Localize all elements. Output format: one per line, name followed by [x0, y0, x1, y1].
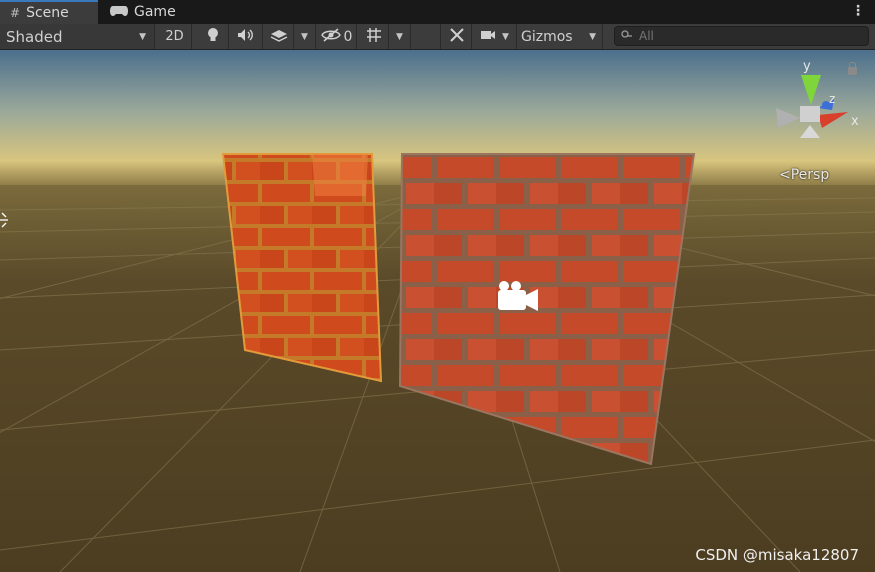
chevron-down-icon: ▼ — [502, 31, 509, 42]
camera-icon — [480, 29, 496, 45]
more-options-icon[interactable]: ⋮ — [851, 3, 865, 19]
chevron-down-icon: ▼ — [589, 31, 596, 42]
grid-snap-toggle[interactable] — [359, 24, 389, 49]
chevron-down-icon: ▼ — [301, 31, 308, 42]
audio-toggle-button[interactable] — [230, 24, 263, 49]
chevron-down-icon: ▼ — [139, 31, 146, 42]
hidden-count: 0 — [343, 28, 353, 45]
scene-toolbar: Shaded ▼ 2D ▼ 0 ▼ ▼ Gizmos ▼ All — [0, 24, 875, 50]
gizmos-label: Gizmos — [521, 28, 573, 45]
lightbulb-icon — [207, 27, 219, 47]
tab-game-label: Game — [134, 4, 176, 20]
2d-toggle-button[interactable]: 2D — [158, 24, 192, 49]
gizmo-axis-x-label: x — [851, 114, 859, 129]
watermark: CSDN @misaka12807 — [695, 546, 859, 564]
lock-icon[interactable] — [848, 62, 857, 75]
grid-icon: # — [10, 6, 21, 20]
grid-dropdown-button[interactable]: ▼ — [389, 24, 411, 49]
chevron-left-icon: < — [779, 167, 791, 183]
2d-label: 2D — [165, 29, 184, 44]
tab-scene[interactable]: # Scene — [0, 0, 98, 24]
brick-wall-left[interactable] — [221, 153, 383, 383]
shading-mode-value: Shaded — [6, 27, 63, 46]
chevron-down-icon: ▼ — [396, 31, 403, 42]
hierarchy-search[interactable] — [614, 26, 869, 46]
gizmo-axis-z-label: z — [829, 92, 836, 106]
projection-toggle[interactable]: <Persp — [779, 167, 829, 183]
scene-render — [0, 50, 875, 572]
tools-icon — [449, 27, 465, 47]
tab-scene-label: Scene — [26, 5, 69, 21]
toolbar-spacer — [411, 24, 441, 49]
layers-icon — [270, 28, 288, 46]
speaker-icon — [237, 28, 255, 46]
grid-snap-icon — [366, 27, 382, 47]
window-tab-strip: # Scene Game ⋮ — [0, 0, 875, 24]
scene-tools-button[interactable] — [442, 24, 472, 49]
gamepad-icon — [110, 5, 128, 19]
scene-viewport[interactable]: y z x <Persp CSDN @misaka12807 — [0, 50, 875, 572]
gizmo-axis-y-label: y — [803, 59, 811, 74]
gizmos-dropdown[interactable]: Gizmos ▼ — [517, 24, 603, 49]
effects-dropdown-button[interactable]: ▼ — [294, 24, 316, 49]
lighting-toggle-button[interactable] — [197, 24, 229, 49]
projection-label: Persp — [790, 167, 830, 183]
hidden-objects-toggle[interactable]: 0 — [317, 24, 357, 49]
search-icon — [621, 29, 633, 44]
camera-settings-button[interactable]: ▼ — [473, 24, 517, 49]
shading-mode-dropdown[interactable]: Shaded ▼ — [0, 24, 155, 49]
search-input[interactable] — [637, 28, 861, 44]
effects-toggle-button[interactable] — [264, 24, 294, 49]
eye-slash-icon — [320, 27, 341, 46]
tab-game[interactable]: Game — [100, 0, 190, 24]
